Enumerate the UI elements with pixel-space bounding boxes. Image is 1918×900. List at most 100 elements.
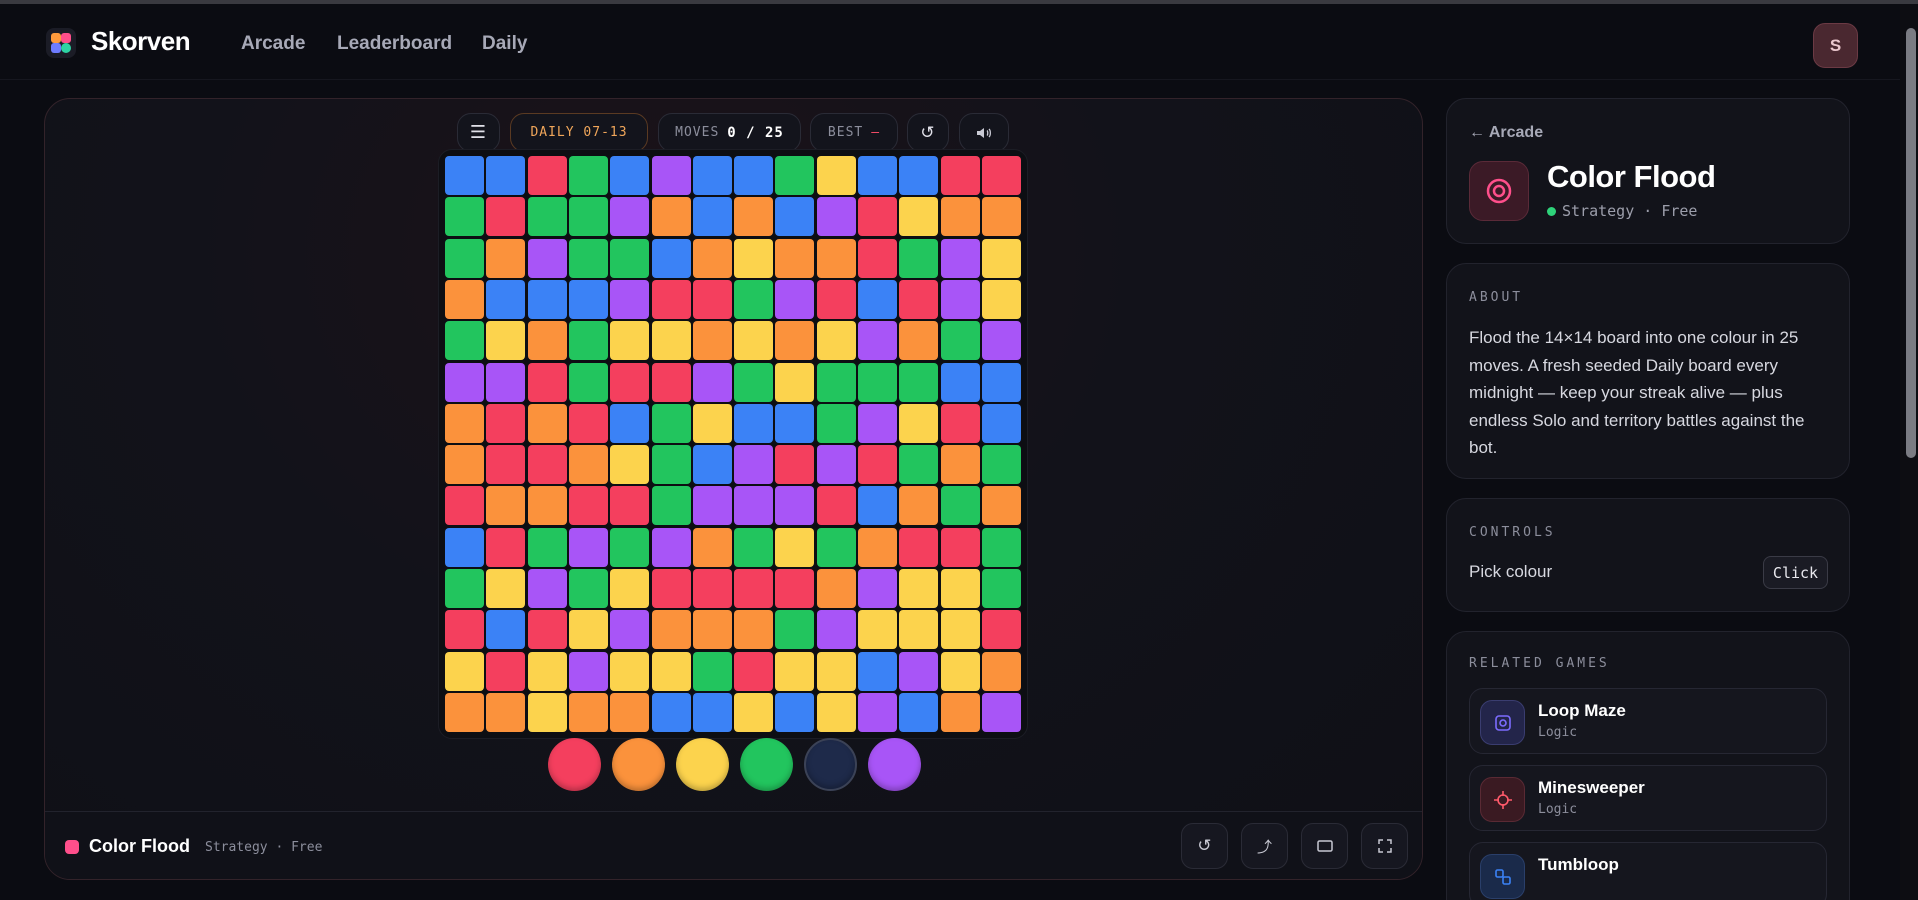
board-cell[interactable] (734, 403, 774, 443)
board-cell[interactable] (610, 486, 650, 526)
board-cell[interactable] (568, 238, 608, 278)
board-cell[interactable] (816, 403, 856, 443)
board-cell[interactable] (775, 445, 815, 485)
board-cell[interactable] (651, 321, 691, 361)
board-cell[interactable] (610, 321, 650, 361)
board-cell[interactable] (486, 692, 526, 732)
board-cell[interactable] (940, 321, 980, 361)
board-cell[interactable] (940, 692, 980, 732)
board-cell[interactable] (858, 569, 897, 608)
theater-mode-button[interactable] (1301, 823, 1348, 869)
colour-button-red[interactable] (548, 738, 601, 791)
board-cell[interactable] (445, 197, 484, 237)
board-cell[interactable] (651, 527, 691, 567)
board-cell[interactable] (981, 403, 1021, 443)
board-cell[interactable] (445, 362, 484, 402)
board-cell[interactable] (858, 403, 897, 443)
board-cell[interactable] (527, 610, 567, 650)
board-cell[interactable] (981, 610, 1021, 650)
board-cell[interactable] (899, 569, 939, 608)
board-cell[interactable] (858, 238, 897, 278)
board-cell[interactable] (527, 445, 567, 485)
board-cell[interactable] (734, 569, 774, 608)
board-cell[interactable] (651, 692, 691, 732)
board-cell[interactable] (899, 445, 939, 485)
board-cell[interactable] (858, 610, 897, 650)
board-cell[interactable] (981, 197, 1021, 237)
board-cell[interactable] (734, 486, 774, 526)
board-cell[interactable] (610, 692, 650, 732)
board-cell[interactable] (568, 156, 608, 195)
board-cell[interactable] (486, 156, 526, 195)
board-cell[interactable] (981, 692, 1021, 732)
board-cell[interactable] (734, 610, 774, 650)
board-cell[interactable] (899, 486, 939, 526)
board-cell[interactable] (445, 692, 484, 732)
nav-arcade[interactable]: Arcade (241, 33, 305, 55)
board-cell[interactable] (568, 321, 608, 361)
board-cell[interactable] (816, 279, 856, 319)
user-avatar[interactable]: S (1813, 23, 1858, 68)
board-cell[interactable] (692, 279, 732, 319)
board-cell[interactable] (734, 279, 774, 319)
board-cell[interactable] (610, 279, 650, 319)
board-cell[interactable] (940, 610, 980, 650)
board-cell[interactable] (486, 610, 526, 650)
board-cell[interactable] (775, 610, 815, 650)
board-cell[interactable] (527, 197, 567, 237)
board-cell[interactable] (858, 445, 897, 485)
board-cell[interactable] (651, 651, 691, 691)
board-cell[interactable] (486, 238, 526, 278)
footer-restart-button[interactable]: ↺ (1181, 823, 1228, 869)
board-cell[interactable] (692, 610, 732, 650)
board-cell[interactable] (981, 527, 1021, 567)
board-cell[interactable] (899, 238, 939, 278)
colour-button-purple[interactable] (868, 738, 921, 791)
board-cell[interactable] (568, 279, 608, 319)
board-cell[interactable] (486, 486, 526, 526)
board-cell[interactable] (527, 486, 567, 526)
board-cell[interactable] (445, 445, 484, 485)
board-cell[interactable] (527, 238, 567, 278)
board-cell[interactable] (486, 321, 526, 361)
board-cell[interactable] (734, 238, 774, 278)
board-cell[interactable] (816, 197, 856, 237)
board-cell[interactable] (610, 197, 650, 237)
board-cell[interactable] (734, 445, 774, 485)
related-game-loop-maze[interactable]: Loop Maze Logic (1469, 688, 1827, 754)
board-cell[interactable] (981, 445, 1021, 485)
board-cell[interactable] (940, 486, 980, 526)
board-cell[interactable] (651, 486, 691, 526)
board-cell[interactable] (775, 156, 815, 195)
daily-badge[interactable]: DAILY 07-13 (510, 113, 648, 152)
board-cell[interactable] (775, 238, 815, 278)
board-cell[interactable] (651, 362, 691, 402)
board-cell[interactable] (527, 321, 567, 361)
board-cell[interactable] (940, 238, 980, 278)
board-cell[interactable] (858, 197, 897, 237)
board-cell[interactable] (981, 362, 1021, 402)
board-cell[interactable] (610, 156, 650, 195)
board-cell[interactable] (899, 279, 939, 319)
board-cell[interactable] (899, 156, 939, 195)
board-cell[interactable] (734, 321, 774, 361)
board-cell[interactable] (775, 362, 815, 402)
board-cell[interactable] (568, 445, 608, 485)
board-cell[interactable] (981, 569, 1021, 608)
board-cell[interactable] (568, 610, 608, 650)
board-cell[interactable] (445, 321, 484, 361)
board-cell[interactable] (734, 197, 774, 237)
board-cell[interactable] (940, 445, 980, 485)
colour-button-orange[interactable] (612, 738, 665, 791)
restart-button[interactable]: ↺ (907, 113, 949, 152)
board-cell[interactable] (486, 403, 526, 443)
board-cell[interactable] (816, 445, 856, 485)
board-cell[interactable] (445, 651, 484, 691)
nav-leaderboard[interactable]: Leaderboard (337, 33, 452, 55)
board-cell[interactable] (981, 238, 1021, 278)
colour-button-yellow[interactable] (676, 738, 729, 791)
board-cell[interactable] (775, 403, 815, 443)
board-cell[interactable] (486, 527, 526, 567)
board-cell[interactable] (568, 692, 608, 732)
board-cell[interactable] (527, 279, 567, 319)
